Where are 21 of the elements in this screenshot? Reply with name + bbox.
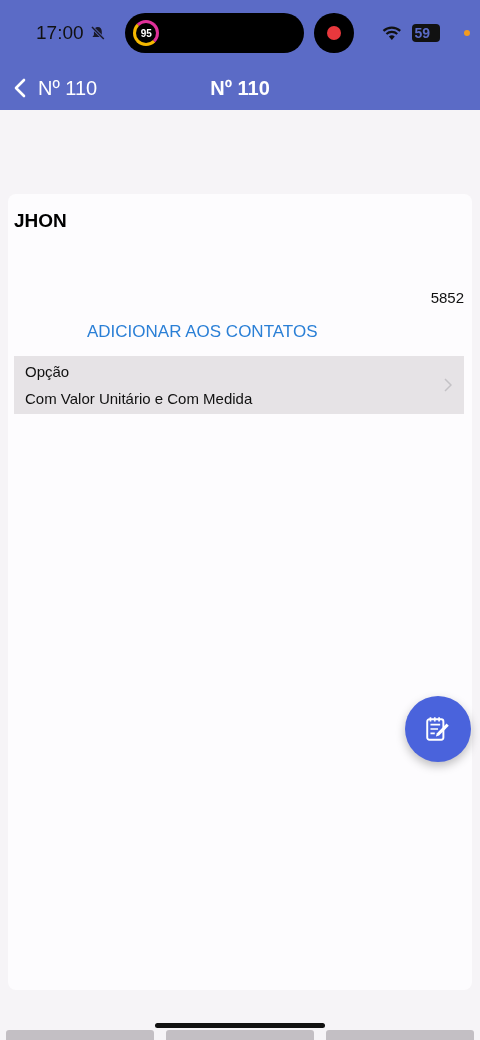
activity-ring: 95 [133,20,160,46]
tab-button[interactable] [6,1030,154,1040]
chevron-left-icon [14,78,26,98]
add-to-contacts-link[interactable]: ADICIONAR AOS CONTATOS [87,322,318,341]
contact-number: 5852 [430,289,464,306]
tab-button[interactable] [326,1030,474,1040]
back-button[interactable]: Nº 110 [14,76,98,100]
notepad-pencil-icon [424,715,452,743]
option-label: Opção [25,363,71,380]
bell-slash-icon [89,25,106,41]
option-row[interactable]: Opção Com Valor Unitário e Com Medida [14,356,464,414]
wifi-icon [381,25,402,41]
chevron-right-icon [444,378,452,392]
battery-level: 59 [411,24,441,42]
contact-name: JHON [14,210,68,232]
nav-title: Nº 110 [210,76,270,100]
record-icon [314,13,354,53]
status-time: 17:00 [36,22,84,44]
privacy-dot-icon [464,30,470,36]
option-value: Com Valor Unitário e Com Medida [25,390,254,407]
tab-button[interactable] [166,1030,314,1040]
